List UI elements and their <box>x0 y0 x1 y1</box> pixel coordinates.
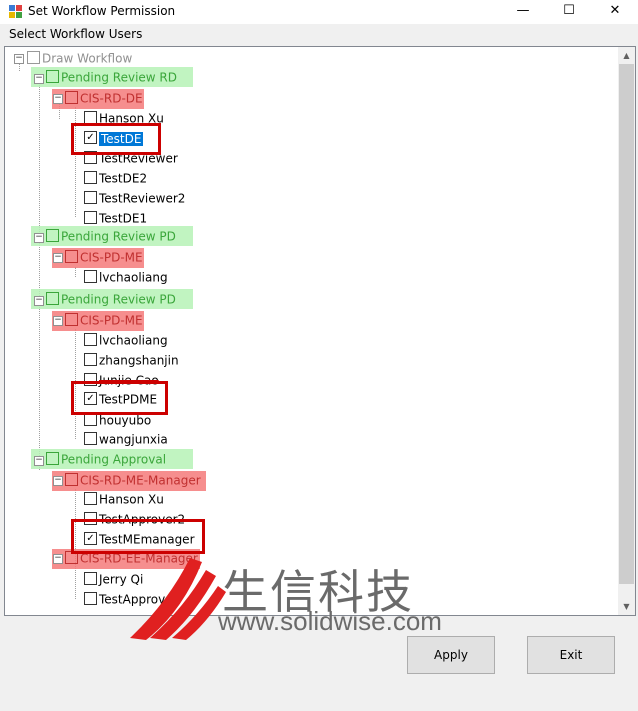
tree-node-user[interactable]: wangjunxia <box>84 430 168 448</box>
tree-connector <box>19 63 20 71</box>
collapse-toggle[interactable]: − <box>34 74 44 84</box>
checkbox[interactable] <box>84 432 97 445</box>
tree-node-role[interactable]: CIS-RD-ME-Manager <box>65 471 201 489</box>
checkbox[interactable] <box>27 51 40 64</box>
checkbox[interactable] <box>84 353 97 366</box>
scroll-thumb[interactable] <box>619 64 634 584</box>
node-label: Pending Review PD <box>61 292 176 307</box>
section-label: Select Workflow Users <box>9 27 143 41</box>
collapse-toggle[interactable]: − <box>34 233 44 243</box>
node-label: Pending Review PD <box>61 229 176 244</box>
node-label: Draw Workflow <box>42 51 133 66</box>
tree-node-group[interactable]: Pending Approval <box>46 450 166 468</box>
tree-node-user[interactable]: zhangshanjin <box>84 351 179 369</box>
tree-node-user[interactable]: TestReviewer2 <box>84 189 185 207</box>
checkbox[interactable] <box>84 211 97 224</box>
node-label: Pending Review RD <box>61 70 177 85</box>
title-bar: Set Workflow Permission — ☐ ✕ <box>0 0 638 24</box>
tree-node-user[interactable]: TestDE2 <box>84 169 147 187</box>
annotation-box <box>71 519 205 554</box>
collapse-toggle[interactable]: − <box>53 476 63 486</box>
annotation-box <box>71 381 168 415</box>
watermark-url: www.solidwise.com <box>218 606 442 636</box>
checkbox[interactable] <box>46 229 59 242</box>
tree-node-group[interactable]: Pending Review PD <box>46 290 176 308</box>
checkbox[interactable] <box>84 572 97 585</box>
node-label: houyubo <box>99 413 152 428</box>
scroll-up-arrow-icon[interactable]: ▲ <box>618 47 635 64</box>
collapse-toggle[interactable]: − <box>53 94 63 104</box>
checkbox[interactable] <box>84 191 97 204</box>
checkbox[interactable] <box>84 270 97 283</box>
watermark-logo <box>128 552 228 643</box>
checkbox[interactable] <box>46 292 59 305</box>
tree-root[interactable]: Draw Workflow <box>27 49 132 67</box>
vertical-scrollbar[interactable]: ▲ ▼ <box>618 47 635 615</box>
tree-connector <box>75 267 76 277</box>
close-button[interactable]: ✕ <box>592 0 638 24</box>
minimize-button[interactable]: — <box>500 0 546 24</box>
tree-node-user[interactable]: lvchaoliang <box>84 331 168 349</box>
scroll-down-arrow-icon[interactable]: ▼ <box>618 598 635 615</box>
checkbox[interactable] <box>84 592 97 605</box>
node-label: zhangshanjin <box>99 353 179 368</box>
node-label: lvchaoliang <box>99 270 168 285</box>
app-icon <box>9 5 22 18</box>
collapse-toggle[interactable]: − <box>53 554 63 564</box>
checkbox[interactable] <box>65 250 78 263</box>
tree-node-group[interactable]: Pending Review PD <box>46 227 176 245</box>
maximize-button[interactable]: ☐ <box>546 0 592 24</box>
tree-node-role[interactable]: CIS-RD-DE <box>65 89 143 107</box>
tree-node-user[interactable]: lvchaoliang <box>84 268 168 286</box>
checkbox[interactable] <box>65 91 78 104</box>
checkbox[interactable] <box>84 333 97 346</box>
node-label: CIS-RD-DE <box>80 91 143 106</box>
node-label: CIS-PD-ME <box>80 250 143 265</box>
checkbox[interactable] <box>65 473 78 486</box>
node-label: TestDE2 <box>99 171 148 186</box>
collapse-toggle[interactable]: − <box>14 54 24 64</box>
node-label: TestReviewer2 <box>99 191 186 206</box>
collapse-toggle[interactable]: − <box>34 296 44 306</box>
collapse-toggle[interactable]: − <box>53 316 63 326</box>
checkbox[interactable] <box>46 70 59 83</box>
node-label: Pending Approval <box>61 452 167 467</box>
collapse-toggle[interactable]: − <box>34 456 44 466</box>
annotation-box <box>71 123 161 155</box>
checkbox[interactable] <box>65 313 78 326</box>
workflow-user-tree[interactable]: − − − − − − − − − − Draw Workflow Pendin… <box>4 46 636 616</box>
tree-node-role[interactable]: CIS-PD-ME <box>65 311 143 329</box>
node-label: CIS-PD-ME <box>80 313 143 328</box>
node-label: Hanson Xu <box>99 492 164 507</box>
checkbox[interactable] <box>46 452 59 465</box>
tree-node-group[interactable]: Pending Review RD <box>46 68 177 86</box>
collapse-toggle[interactable]: − <box>53 253 63 263</box>
window-title: Set Workflow Permission <box>28 4 176 18</box>
node-label: CIS-RD-ME-Manager <box>80 473 201 488</box>
tree-node-user[interactable]: TestDE1 <box>84 209 147 227</box>
node-label: wangjunxia <box>99 432 168 447</box>
tree-connector <box>39 77 40 470</box>
tree-node-user[interactable]: Hanson Xu <box>84 490 164 508</box>
exit-button[interactable]: Exit <box>527 636 615 674</box>
checkbox[interactable] <box>84 492 97 505</box>
node-label: lvchaoliang <box>99 333 168 348</box>
node-label: TestDE1 <box>99 211 148 226</box>
apply-button[interactable]: Apply <box>407 636 495 674</box>
tree-node-role[interactable]: CIS-PD-ME <box>65 248 143 266</box>
checkbox[interactable] <box>84 171 97 184</box>
